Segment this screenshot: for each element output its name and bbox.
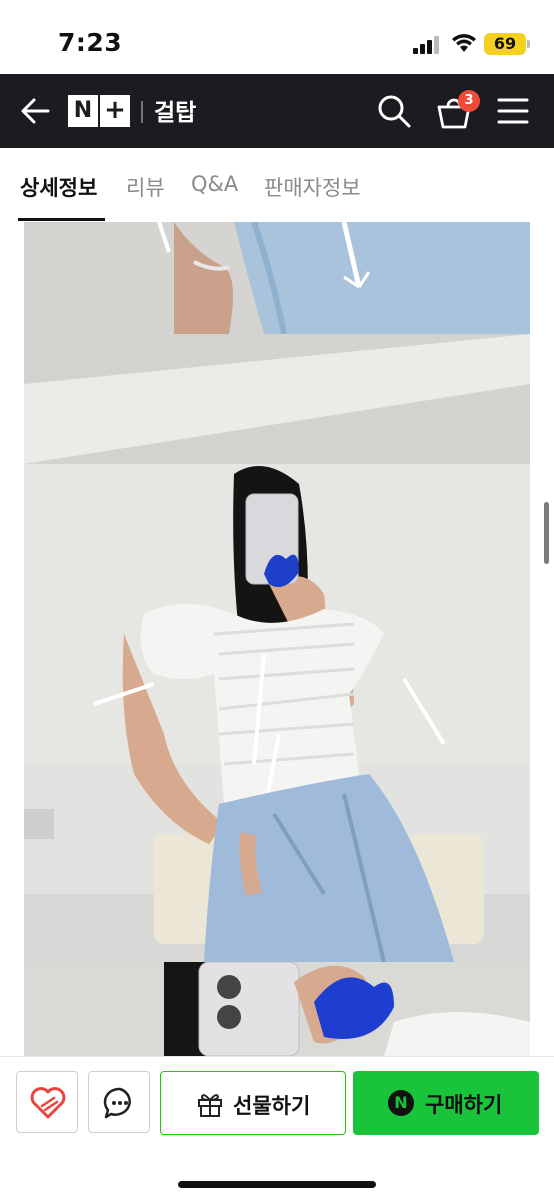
product-detail-content[interactable] (0, 222, 554, 1056)
battery-indicator: 69 (484, 33, 526, 55)
status-time: 7:23 (58, 28, 123, 57)
gift-button-label: 선물하기 (233, 1094, 311, 1118)
menu-icon[interactable] (497, 96, 529, 126)
home-indicator[interactable] (178, 1181, 376, 1188)
scroll-indicator[interactable] (544, 502, 549, 564)
buy-button-label: 구매하기 (425, 1093, 503, 1117)
chat-icon (103, 1087, 131, 1119)
logo-plus: + (100, 95, 130, 127)
status-bar: 7:23 69 (0, 0, 554, 74)
product-photo-main (24, 334, 530, 962)
buy-button[interactable]: N 구매하기 (353, 1071, 539, 1135)
search-icon[interactable] (377, 94, 411, 128)
wishlist-button[interactable] (16, 1071, 78, 1133)
product-photo-top (24, 222, 530, 334)
tab-details[interactable]: 상세정보 (20, 172, 97, 202)
gift-icon (198, 1094, 222, 1117)
store-name[interactable]: 걸탑 (154, 93, 196, 127)
active-tab-underline (18, 218, 105, 221)
tab-reviews[interactable]: 리뷰 (126, 172, 165, 202)
cellular-signal-icon (413, 36, 439, 54)
tab-seller-info[interactable]: 판매자정보 (264, 172, 361, 202)
cart-count-badge: 3 (458, 90, 480, 112)
tab-qna[interactable]: Q&A (191, 172, 238, 196)
heart-share-icon (30, 1087, 66, 1119)
product-tabs: 상세정보 리뷰 Q&A 판매자정보 (0, 148, 554, 223)
chat-button[interactable] (88, 1071, 150, 1133)
bottom-action-bar: 선물하기 N 구매하기 (0, 1056, 554, 1201)
gift-button[interactable]: 선물하기 (160, 1071, 346, 1135)
back-arrow-icon[interactable] (18, 94, 52, 128)
header-divider (141, 101, 143, 123)
top-header: N + 걸탑 3 (0, 74, 554, 148)
naver-pay-icon: N (388, 1090, 414, 1116)
wifi-icon (452, 34, 476, 52)
logo-n: N (68, 95, 98, 127)
naver-plus-logo[interactable]: N + (68, 95, 130, 127)
product-photo-bottom (24, 962, 530, 1056)
battery-cap (527, 40, 530, 48)
